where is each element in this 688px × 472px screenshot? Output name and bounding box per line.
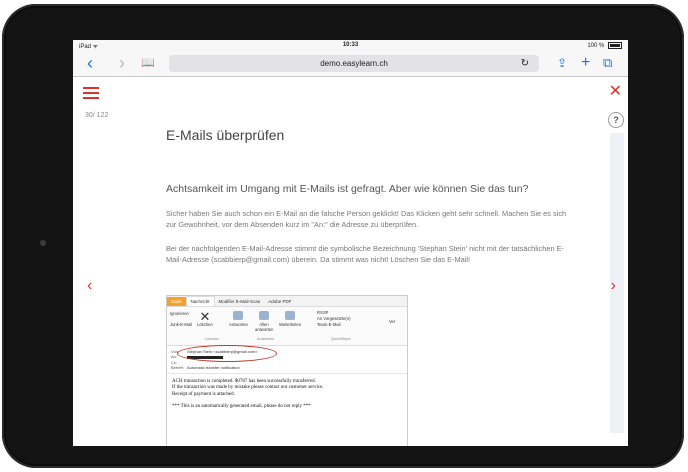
browser-toolbar: ‹ › 📖 demo.easylearn.ch ↻ ⇪ + ⧉ <box>73 52 628 77</box>
ribbon-tab-message: Nachricht <box>185 296 215 306</box>
battery-label: 100 % <box>587 43 605 50</box>
ribbon-tab-pdf: Adobe PDF <box>268 299 292 304</box>
email-screenshot: Datei Nachricht Modifier E-Mail-Scan Adobe … <box>166 295 408 446</box>
address-bar[interactable]: demo.easylearn.ch ↻ <box>169 55 539 72</box>
camera-dot <box>40 240 46 246</box>
add-tab-icon[interactable]: + <box>581 55 590 71</box>
reload-icon[interactable]: ↻ <box>521 55 529 72</box>
email-body-line: If the transaction was made by mistake p… <box>172 385 324 391</box>
delete-icon: ✕ <box>199 309 211 324</box>
close-icon[interactable]: ✕ <box>609 81 622 101</box>
bookmarks-icon[interactable]: 📖 <box>141 55 155 71</box>
forward-icon[interactable]: › <box>119 54 125 72</box>
quickstep-team: Team-E-Mail <box>317 322 341 327</box>
subject-value: Automatic transfer notification <box>187 365 240 371</box>
next-page-icon[interactable]: › <box>611 277 616 295</box>
email-body-line: *** This is an automatically generated e… <box>172 404 311 410</box>
email-header: Von: Stephan Stein <scabbierp@gmail.com> … <box>167 345 407 374</box>
battery-icon <box>608 42 622 49</box>
forward-button: Weiterleiten <box>279 311 301 327</box>
page-counter: 30/ 122 <box>85 112 109 119</box>
share-icon[interactable]: ⇪ <box>557 55 567 71</box>
page-title: E-Mails überprüfen <box>166 127 285 143</box>
lesson-heading: Achtsamkeit im Umgang mit E-Mails ist ge… <box>166 183 529 195</box>
ignore-label: Ignorieren <box>170 311 189 316</box>
battery-status: 100 % <box>587 42 622 49</box>
group-delete-label: Löschen <box>205 337 220 341</box>
lesson-page: 30/ 122 ✕ ? ‹ › E-Mails überprüfen Achts… <box>73 77 628 446</box>
delete-button: ✕ Löschen <box>197 309 213 327</box>
screen: iPad ᯤ 10:33 100 % ‹ › 📖 demo.easylearn.… <box>73 40 628 446</box>
forward-icon <box>285 311 296 320</box>
ribbon-tab-scan: Modifier E-Mail-Scan <box>218 299 261 304</box>
lesson-paragraph-1: Sicher haben Sie auch schon ein E-Mail a… <box>166 209 567 229</box>
reply-all-label: Allen antworten <box>255 322 274 332</box>
group-respond-label: Antworten <box>257 337 275 341</box>
junk-label: Junk-E-Mail <box>170 322 193 327</box>
reply-all-icon <box>259 311 269 320</box>
quicksteps-list: RSSP An Vorgesetzte(n) Team-E-Mail <box>317 310 351 328</box>
reply-label: Antworten <box>229 322 248 327</box>
reply-button: Antworten <box>229 311 248 327</box>
back-icon[interactable]: ‹ <box>87 54 93 72</box>
forward-label: Weiterleiten <box>279 322 302 327</box>
url-text: demo.easylearn.ch <box>320 59 388 68</box>
subject-row: Betreff: Automatic transfer notification <box>171 365 403 370</box>
email-body: ACH transaction is completed. $0787 has … <box>167 374 407 416</box>
clock: 10:33 <box>342 42 359 48</box>
more-label: Ver <box>389 319 396 324</box>
ribbon-tabs: Datei Nachricht Modifier E-Mail-Scan Adobe … <box>167 296 407 307</box>
ribbon-tab-file: Datei <box>167 297 186 306</box>
email-body-line: Receipt of payment is attached. <box>172 391 235 397</box>
help-button[interactable]: ? <box>608 112 624 128</box>
ignore-junk-group: Ignorieren Junk-E-Mail <box>170 311 192 327</box>
hamburger-icon[interactable] <box>83 87 99 99</box>
email-body-line: ACH transaction is completed. $0787 has … <box>172 378 316 384</box>
reply-icon <box>233 311 244 320</box>
reply-all-button: Allen antworten <box>255 311 273 332</box>
lesson-paragraph-2: Bei der nachfolgenden E-Mail-Adresse sti… <box>166 244 565 264</box>
status-bar: iPad ᯤ 10:33 100 % <box>73 40 628 52</box>
ipad-frame: iPad ᯤ 10:33 100 % ‹ › 📖 demo.easylearn.… <box>2 4 684 468</box>
previous-page-icon[interactable]: ‹ <box>87 277 92 295</box>
delete-label: Löschen <box>197 322 213 327</box>
group-quicksteps-label: QuickSteps <box>331 337 351 341</box>
highlight-oval <box>177 345 277 362</box>
tabs-icon[interactable]: ⧉ <box>603 55 612 71</box>
subject-label: Betreff: <box>171 365 184 371</box>
ribbon: Ignorieren Junk-E-Mail ✕ Löschen Antwort… <box>167 307 407 346</box>
